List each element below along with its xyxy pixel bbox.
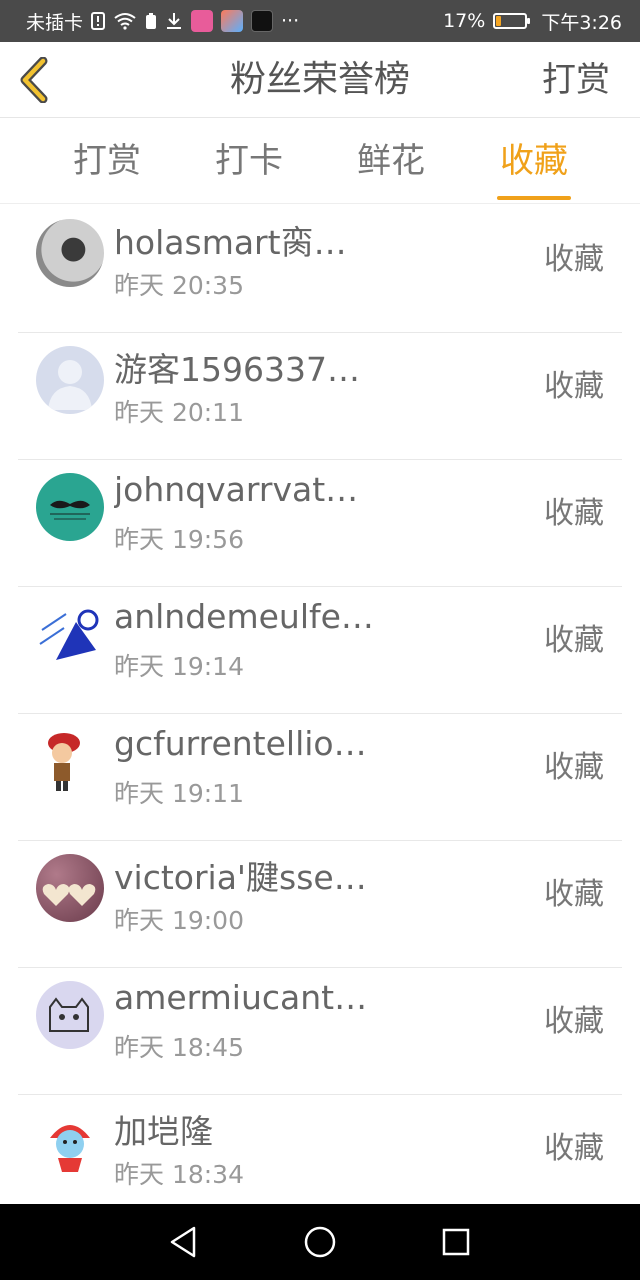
avatar[interactable] — [36, 219, 104, 287]
status-bar-left: 未插卡 ··· — [26, 8, 299, 35]
list-item[interactable]: 游客1596337… 昨天 20:11 收藏 — [18, 333, 622, 460]
avatar[interactable] — [36, 854, 104, 922]
battery-saver-icon — [145, 12, 157, 30]
list-item[interactable]: gcfurrentellio… 昨天 19:11 收藏 — [18, 714, 622, 841]
user-name: victoria'腱sse… — [114, 858, 367, 897]
action-label: 收藏 — [544, 750, 604, 785]
active-tab-indicator — [497, 196, 571, 200]
list-item[interactable]: anlndemeulfe… 昨天 19:14 收藏 — [18, 587, 622, 714]
avatar[interactable] — [36, 600, 104, 668]
abstract-avatar-image — [39, 609, 99, 660]
avatar[interactable] — [36, 1108, 104, 1176]
screen: 未插卡 ··· 17% 下午3:26 粉丝荣誉榜 打赏 打赏 打卡 鲜花 收藏 … — [0, 0, 640, 1280]
avatar[interactable] — [36, 727, 104, 795]
cat-sketch-image — [49, 997, 89, 1032]
tab-tip[interactable]: 打赏 — [53, 118, 161, 204]
list-item[interactable]: johnqvarrvat… 昨天 19:56 收藏 — [18, 460, 622, 587]
circle-home-icon — [304, 1226, 336, 1258]
home-nav-button[interactable] — [300, 1222, 340, 1262]
user-name: 游客1596337… — [114, 350, 360, 389]
action-label: 收藏 — [544, 369, 604, 404]
download-icon — [165, 12, 183, 30]
user-name: johnqvarrvat… — [114, 470, 359, 509]
recents-nav-button[interactable] — [436, 1222, 476, 1262]
tab-label: 收藏 — [500, 141, 568, 181]
triangle-back-icon — [170, 1226, 196, 1258]
tab-flowers[interactable]: 鲜花 — [337, 118, 445, 204]
tab-checkin[interactable]: 打卡 — [195, 118, 303, 204]
action-label: 收藏 — [544, 242, 604, 277]
header: 粉丝荣誉榜 打赏 — [0, 42, 640, 118]
square-recents-icon — [442, 1228, 470, 1256]
app-notification-icon — [191, 10, 214, 32]
action-label: 收藏 — [544, 496, 604, 531]
sim-alert-icon — [91, 12, 106, 30]
tab-label: 打卡 — [215, 141, 283, 181]
status-bar: 未插卡 ··· 17% 下午3:26 — [0, 0, 640, 42]
mustache-icon — [50, 500, 90, 520]
hearts-image — [42, 884, 96, 906]
fan-list[interactable]: holasmart脔… 昨天 20:35 收藏 游客1596337… 昨天 20… — [0, 206, 640, 1204]
status-bar-right: 17% 下午3:26 — [443, 8, 622, 35]
list-item[interactable]: 加垲隆 昨天 18:34 收藏 — [18, 1095, 622, 1204]
action-label: 收藏 — [544, 623, 604, 658]
timestamp: 昨天 20:11 — [114, 398, 244, 427]
timestamp: 昨天 19:56 — [114, 525, 244, 554]
timestamp: 昨天 19:00 — [114, 906, 244, 935]
timestamp: 昨天 19:11 — [114, 779, 244, 808]
battery-icon — [493, 13, 531, 29]
timestamp: 昨天 19:14 — [114, 652, 244, 681]
clock: 下午3:26 — [541, 11, 622, 34]
more-notifications-icon: ··· — [281, 10, 300, 32]
tiktok-icon — [251, 10, 274, 32]
tip-button[interactable]: 打赏 — [542, 42, 610, 118]
timestamp: 昨天 20:35 — [114, 271, 244, 300]
action-label: 收藏 — [544, 1131, 604, 1166]
tab-label: 鲜花 — [357, 141, 425, 181]
action-label: 收藏 — [544, 1004, 604, 1039]
battery-level — [496, 16, 502, 26]
list-item[interactable]: holasmart脔… 昨天 20:35 收藏 — [18, 206, 622, 333]
avatar[interactable] — [36, 981, 104, 1049]
battery-percent: 17% — [443, 10, 486, 32]
app-notification-icon — [221, 10, 244, 32]
tab-bar: 打赏 打卡 鲜花 收藏 — [0, 118, 640, 204]
user-name: anlndemeulfe… — [114, 597, 374, 636]
tab-favorites[interactable]: 收藏 — [480, 118, 588, 204]
avatar[interactable] — [36, 473, 104, 541]
list-item[interactable]: victoria'腱sse… 昨天 19:00 收藏 — [18, 841, 622, 968]
back-nav-button[interactable] — [163, 1222, 203, 1262]
timestamp: 昨天 18:34 — [114, 1160, 244, 1189]
cartoon-avatar-image — [50, 1125, 90, 1172]
timestamp: 昨天 18:45 — [114, 1033, 244, 1062]
default-user-icon — [48, 360, 92, 410]
list-item[interactable]: amermiucant… 昨天 18:45 收藏 — [18, 968, 622, 1095]
system-nav-bar — [0, 1204, 640, 1280]
wifi-icon — [113, 12, 137, 30]
user-name: gcfurrentellio… — [114, 724, 367, 763]
cartoon-character-image — [48, 733, 80, 791]
user-name: 加垲隆 — [114, 1112, 213, 1151]
action-label: 收藏 — [544, 877, 604, 912]
carrier-text: 未插卡 — [26, 11, 84, 34]
avatar[interactable] — [36, 346, 104, 414]
user-name: amermiucant… — [114, 978, 368, 1017]
tab-label: 打赏 — [73, 141, 141, 181]
user-name: holasmart脔… — [114, 223, 347, 262]
